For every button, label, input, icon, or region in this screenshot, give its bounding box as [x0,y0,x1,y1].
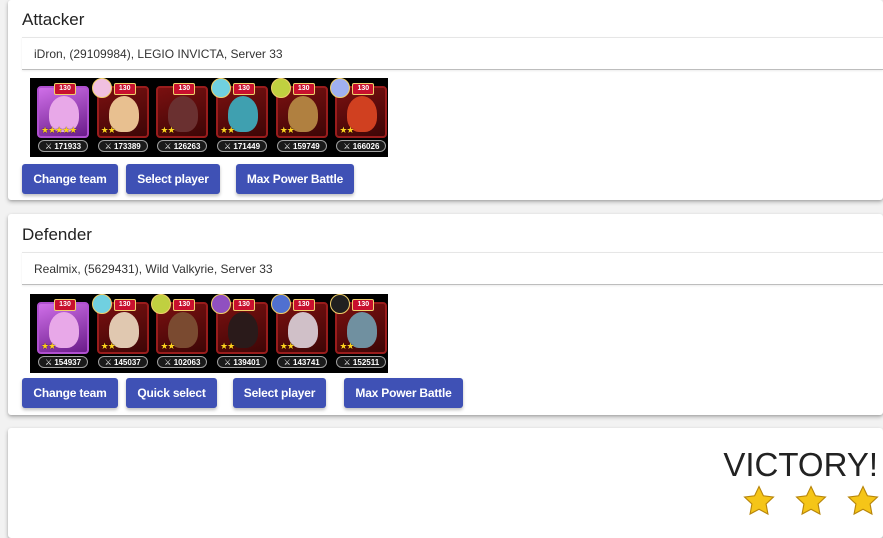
attacker-hero-4[interactable]: 130 ★★ ⚔ 171449 [211,77,269,154]
attacker-change-team-button[interactable]: Change team [22,164,118,194]
defender-hero-1[interactable]: 130 ★★ ⚔ 154937 [36,298,90,370]
hero-level-badge: 130 [173,298,196,311]
victory-star-icon [847,485,879,516]
hero-power-badge: ⚔ 143741 [276,355,327,368]
attacker-max-power-battle-button[interactable]: Max Power Battle [236,164,354,194]
defender-hero-5[interactable]: 130 ★★ ⚔ 143741 [270,293,329,370]
hero-power-badge: ⚔ 152511 [336,355,387,368]
hero-star-rating: ★★★★★ [41,124,77,135]
pet-icon [91,293,112,314]
hero-level-badge: 130 [292,82,315,95]
defender-change-team-button[interactable]: Change team [22,378,118,408]
attacker-player-field[interactable]: iDron, (29109984), LEGIO INVICTA, Server… [22,37,883,70]
hero-star-rating: ★★ [160,124,175,135]
defender-hero-4[interactable]: 130 ★★ ⚔ 139401 [211,293,269,370]
pet-icon [270,77,291,98]
pet-icon [211,293,232,314]
defender-hero-3[interactable]: 130 ★★ ⚔ 102063 [151,293,209,370]
hero-power-badge: ⚔ 126263 [157,139,208,152]
hero-star-rating: ★★ [339,124,354,135]
hero-star-rating: ★★ [279,340,295,351]
hero-star-rating: ★★ [220,124,235,135]
hero-star-rating: ★★ [279,124,295,135]
hero-power-badge: ⚔ 173389 [97,139,148,152]
attacker-hero-5[interactable]: 130 ★★ ⚔ 159749 [270,77,329,154]
battle-result-panel: VICTORY! [8,428,883,538]
hero-power-badge: ⚔ 171933 [38,139,88,152]
hero-power-badge: ⚔ 171449 [217,139,268,152]
hero-power-badge: ⚔ 159749 [276,139,327,152]
hero-level-badge: 130 [352,298,375,311]
hero-star-rating: ★★ [220,340,235,351]
hero-level-badge: 130 [113,298,136,311]
attacker-select-player-button[interactable]: Select player [126,164,220,194]
hero-level-badge: 130 [54,298,76,311]
hero-star-rating: ★★ [41,340,56,351]
attacker-panel: Attacker iDron, (29109984), LEGIO INVICT… [8,0,883,200]
hero-star-rating: ★★ [100,124,116,135]
defender-player-field[interactable]: Realmix, (5629431), Wild Valkyrie, Serve… [22,252,883,285]
hero-level-badge: 130 [352,82,375,95]
attacker-hero-1[interactable]: 130 ★★★★★ ⚔ 171933 [36,82,90,154]
hero-level-badge: 130 [54,82,76,95]
attacker-team[interactable]: 130 ★★★★★ ⚔ 171933 130 ★★ ⚔ 173389 130 ★★ ⚔ 1262… [30,77,388,157]
hero-level-badge: 130 [173,82,196,95]
attacker-hero-2[interactable]: 130 ★★ ⚔ 173389 [91,77,150,154]
hero-power-badge: ⚔ 139401 [217,355,268,368]
result-stars [736,484,883,524]
hero-level-badge: 130 [233,82,256,95]
pet-icon [330,77,351,98]
hero-level-badge: 130 [113,82,136,95]
hero-star-rating: ★★ [160,340,175,351]
defender-team[interactable]: 130 ★★ ⚔ 154937 130 ★★ ⚔ 145037 130 ★★ ⚔ 102063 1… [30,293,388,373]
pet-icon [330,293,351,314]
defender-hero-2[interactable]: 130 ★★ ⚔ 145037 [91,293,150,370]
victory-star-icon [795,485,827,516]
defender-quick-select-button[interactable]: Quick select [126,378,217,408]
attacker-title: Attacker [22,10,85,29]
hero-power-badge: ⚔ 166026 [336,139,387,152]
hero-power-badge: ⚔ 102063 [157,355,208,368]
attacker-hero-3[interactable]: 130 ★★ ⚔ 126263 [155,82,209,154]
hero-level-badge: 130 [233,298,256,311]
defender-title: Defender [22,225,92,244]
defender-max-power-battle-button[interactable]: Max Power Battle [344,378,463,408]
pet-icon [151,293,172,314]
hero-star-rating: ★★ [100,340,116,351]
pet-icon [91,77,112,98]
victory-label: VICTORY! [723,446,878,483]
defender-hero-6[interactable]: 130 ★★ ⚔ 152511 [330,293,388,370]
attacker-hero-6[interactable]: 130 ★★ ⚔ 166026 [330,77,388,154]
pet-icon [270,293,291,314]
victory-star-icon [743,485,775,516]
hero-level-badge: 130 [292,298,315,311]
hero-star-rating: ★★ [339,340,354,351]
defender-select-player-button[interactable]: Select player [233,378,326,408]
hero-power-badge: ⚔ 154937 [38,355,88,368]
pet-icon [211,77,232,98]
defender-panel: Defender Realmix, (5629431), Wild Valkyr… [8,214,883,415]
hero-power-badge: ⚔ 145037 [97,355,148,368]
